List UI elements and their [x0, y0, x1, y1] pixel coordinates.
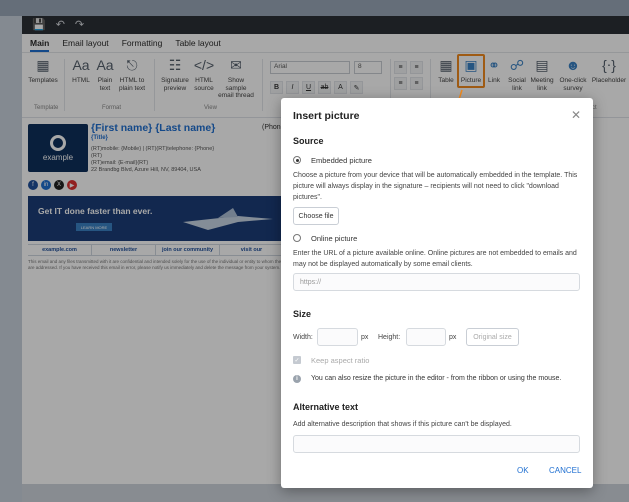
embedded-picture-label: Embedded picture	[311, 156, 372, 165]
width-unit: px	[361, 334, 369, 341]
original-size-button[interactable]: Original size	[466, 328, 519, 346]
alt-text-heading: Alternative text	[293, 402, 359, 412]
embedded-picture-radio[interactable]	[293, 156, 301, 164]
ok-button[interactable]: OK	[517, 466, 529, 475]
resize-info-text: You can also resize the picture in the e…	[311, 375, 562, 382]
width-input[interactable]	[317, 328, 358, 346]
cancel-button[interactable]: CANCEL	[549, 466, 581, 475]
height-input[interactable]	[406, 328, 446, 346]
height-unit: px	[449, 334, 457, 341]
size-heading: Size	[293, 309, 312, 319]
online-picture-radio[interactable]	[293, 234, 301, 242]
online-description: Enter the URL of a picture available onl…	[293, 250, 577, 268]
close-icon[interactable]: ✕	[571, 108, 581, 122]
source-heading: Source	[293, 136, 324, 146]
width-label: Width:	[293, 334, 313, 341]
info-icon: i	[293, 375, 301, 383]
insert-picture-dialog: Insert picture ✕ Source Embedded picture…	[281, 98, 593, 488]
choose-file-button[interactable]: Choose file	[293, 207, 339, 225]
alt-text-description: Add alternative description that shows i…	[293, 421, 512, 428]
url-input[interactable]: https://	[293, 273, 580, 291]
dialog-title: Insert picture	[293, 110, 360, 122]
keep-aspect-checkbox[interactable]: ✓	[293, 356, 301, 364]
embedded-description: Choose a picture from your device that w…	[293, 172, 578, 201]
keep-aspect-label: Keep aspect ratio	[311, 356, 370, 365]
height-label: Height:	[378, 334, 401, 341]
online-picture-label: Online picture	[311, 234, 358, 243]
alt-text-input[interactable]	[293, 435, 580, 453]
